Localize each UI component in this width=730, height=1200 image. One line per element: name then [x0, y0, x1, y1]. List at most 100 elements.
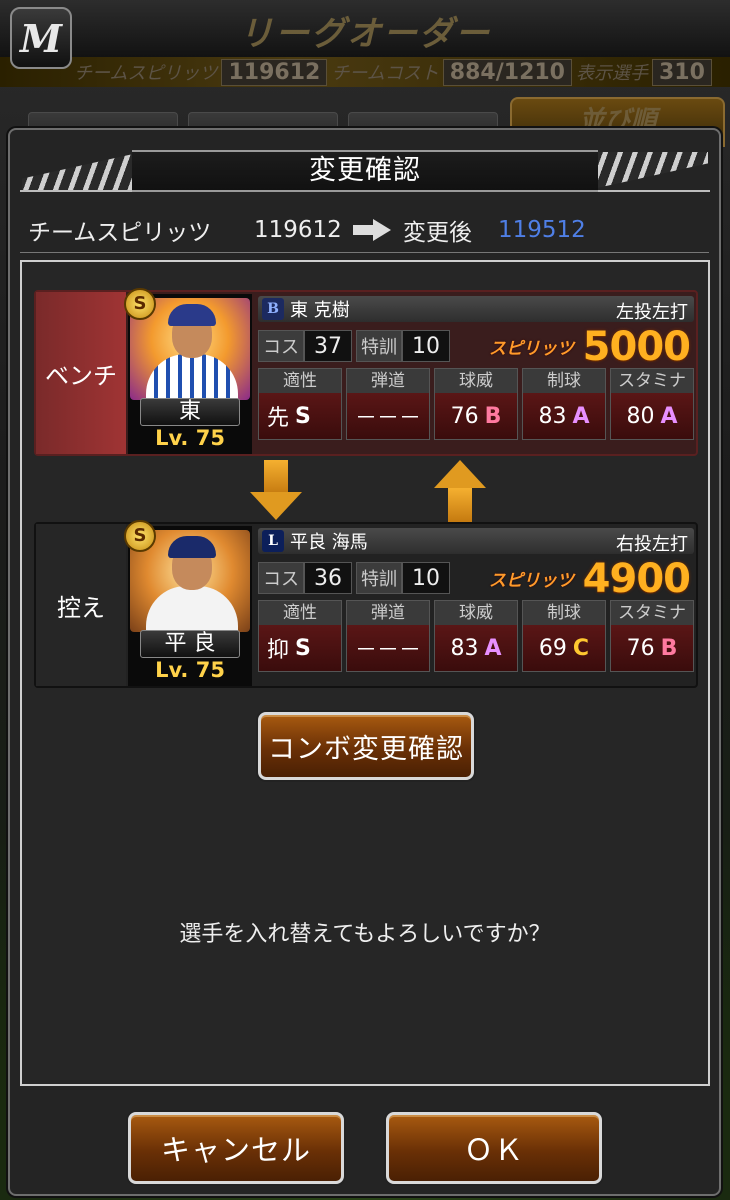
stamina-value: 76 — [626, 635, 655, 661]
card-name: 平 良 — [140, 630, 240, 658]
jersey — [146, 354, 238, 400]
player-full-name: 平良 海馬 — [290, 532, 368, 553]
grade: C — [572, 635, 590, 661]
stat-value: 69 C — [523, 625, 605, 671]
player-level: Lv. 75 — [155, 658, 225, 682]
role-label: 控え — [36, 524, 126, 686]
spirits-mark: スピリッツ — [489, 339, 574, 359]
stat-label: 適性 — [259, 601, 341, 625]
grade: S — [295, 403, 311, 429]
stat-value: －－－ — [347, 393, 429, 439]
cancel-button[interactable]: キャンセル — [128, 1112, 344, 1184]
spirits-mark: スピリッツ — [489, 571, 574, 591]
stat-label: 弾道 — [347, 369, 429, 393]
header-stripes — [22, 152, 142, 190]
team-logo-icon: B — [262, 298, 284, 320]
stat-stamina: スタミナ 80 A — [610, 368, 694, 440]
aptitude-value: 先 — [267, 406, 290, 431]
arrow-right-icon — [353, 219, 393, 241]
team-stats-bar: チームスピリッツ 119612 チームコスト 884/1210 表示選手 310 — [0, 57, 730, 87]
cost-value: 37 — [304, 330, 352, 362]
cap — [168, 536, 216, 558]
team-logo-icon: L — [262, 530, 284, 552]
app-logo[interactable]: M — [10, 7, 72, 69]
player-level: Lv. 75 — [155, 426, 225, 450]
top-bar: リーグオーダー — [0, 0, 730, 58]
stat-grid: 適性 先 S 弾道 －－－ 球威 76 B 制球 83 A スタミナ 80 A — [258, 368, 694, 440]
stat-value: 76 B — [435, 393, 517, 439]
arrow-up-icon — [434, 460, 486, 522]
display-players-label: 表示選手 — [576, 63, 648, 84]
display-players-value: 310 — [652, 58, 712, 86]
jersey — [146, 586, 238, 632]
training-value: 10 — [402, 562, 450, 594]
player-info: L 平良 海馬 右投左打 コス 36 特訓 10 スピリッツ 4900 適性 抑… — [258, 528, 694, 672]
handedness: 右投左打 — [616, 534, 688, 555]
stat-value: 76 B — [611, 625, 693, 671]
player-portrait: S 平 良 Lv. 75 — [124, 520, 252, 686]
screen: リーグオーダー M チームスピリッツ 119612 チームコスト 884/121… — [0, 0, 730, 1200]
grade: B — [484, 403, 502, 429]
combo-change-button[interactable]: コンボ変更確認 — [258, 712, 474, 780]
stat-velocity: 球威 76 B — [434, 368, 518, 440]
role-label: ベンチ — [36, 292, 126, 454]
team-cost-label: チームコスト — [331, 63, 439, 84]
rank-badge-icon: S — [124, 520, 156, 552]
arrow-head — [434, 460, 486, 488]
grade: S — [295, 635, 311, 661]
header-stripes — [588, 152, 708, 190]
training-value: 10 — [402, 330, 450, 362]
stat-label: 弾道 — [347, 601, 429, 625]
confirm-dialog: 変更確認 チームスピリッツ 119612 変更後 119512 ベンチ S 東 … — [8, 128, 721, 1196]
stat-aptitude: 適性 抑 S — [258, 600, 342, 672]
stat-label: スタミナ — [611, 601, 693, 625]
aptitude-value: 抑 — [267, 638, 290, 663]
dialog-header: 変更確認 — [20, 150, 710, 192]
velocity-value: 76 — [450, 403, 479, 429]
name-line: L 平良 海馬 右投左打 — [258, 528, 694, 555]
spirits-label: チームスピリッツ — [28, 220, 212, 246]
ok-button[interactable]: ＯＫ — [386, 1112, 602, 1184]
stat-label: 制球 — [523, 369, 605, 393]
control-value: 69 — [538, 635, 567, 661]
arrow-head — [250, 492, 302, 520]
velocity-value: 83 — [450, 635, 479, 661]
arrow-stem — [264, 460, 288, 494]
player-info: B 東 克樹 左投左打 コス 37 特訓 10 スピリッツ 5000 適性 先 … — [258, 296, 694, 440]
cost-row: コス 36 特訓 10 スピリッツ 4900 — [258, 556, 694, 602]
player-card-reserve[interactable]: 控え S 平 良 Lv. 75 L 平良 海馬 右投左打 コス 36 特訓 10… — [34, 520, 698, 688]
handedness: 左投左打 — [616, 302, 688, 323]
player-spirits: 5000 — [582, 324, 691, 370]
team-spirits-value: 119612 — [221, 58, 328, 86]
grade: A — [484, 635, 502, 661]
swap-panel: ベンチ S 東 Lv. 75 B 東 克樹 左投左打 コス 37 特訓 10 ス… — [20, 260, 710, 1086]
team-spirits-label: チームスピリッツ — [74, 63, 218, 84]
control-value: 83 — [538, 403, 567, 429]
divider — [20, 252, 709, 253]
spirits-after: 119512 — [498, 217, 586, 243]
player-portrait: S 東 Lv. 75 — [124, 288, 252, 454]
stat-value: 先 S — [259, 393, 341, 439]
confirm-question: 選手を入れ替えてもよろしいですか？ — [179, 922, 551, 947]
player-card-bench[interactable]: ベンチ S 東 Lv. 75 B 東 克樹 左投左打 コス 37 特訓 10 ス… — [34, 288, 698, 456]
grade: B — [660, 635, 678, 661]
cap — [168, 304, 216, 326]
after-label: 変更後 — [403, 220, 472, 246]
stat-grid: 適性 抑 S 弾道 －－－ 球威 83 A 制球 69 C スタミナ 76 B — [258, 600, 694, 672]
stat-label: 制球 — [523, 601, 605, 625]
training-label: 特訓 — [356, 330, 402, 362]
stat-value: 83 A — [435, 625, 517, 671]
stat-aptitude: 適性 先 S — [258, 368, 342, 440]
spirits-change-row: チームスピリッツ 119612 変更後 119512 — [28, 210, 698, 250]
stat-trajectory: 弾道 －－－ — [346, 600, 430, 672]
team-cost-value: 884/1210 — [442, 58, 572, 86]
cost-value: 36 — [304, 562, 352, 594]
stat-label: スタミナ — [611, 369, 693, 393]
rank-badge-icon: S — [124, 288, 156, 320]
arrow-stem — [448, 488, 472, 522]
screen-title: リーグオーダー — [239, 14, 491, 54]
stat-control: 制球 83 A — [522, 368, 606, 440]
stamina-value: 80 — [626, 403, 655, 429]
stat-control: 制球 69 C — [522, 600, 606, 672]
stat-value: －－－ — [347, 625, 429, 671]
